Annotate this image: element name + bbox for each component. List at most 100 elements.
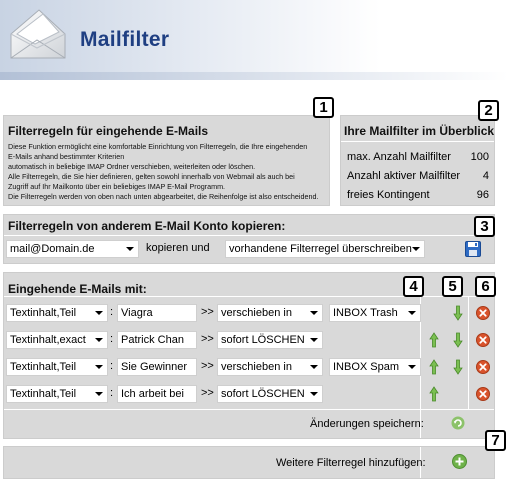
- rule-field-value: Textinhalt,Teil: [10, 307, 77, 319]
- delete-rule-icon[interactable]: [476, 333, 490, 347]
- source-account-select[interactable]: mail@Domain.de: [6, 240, 139, 258]
- rule-action-value: sofort LÖSCHEN: [221, 388, 305, 400]
- chevron-down-icon: [408, 365, 416, 369]
- rule-value-text: Viagra: [121, 307, 153, 319]
- stat-value: 100: [470, 151, 489, 163]
- rule-folder-select[interactable]: INBOX Spam: [329, 358, 421, 376]
- rules-column-divider: [468, 297, 469, 409]
- intro-line: E-Mails anhand bestimmter Kriterien: [8, 152, 125, 161]
- rule-action-select[interactable]: sofort LÖSCHEN: [217, 385, 323, 403]
- rule-field-select[interactable]: Textinhalt,Teil: [6, 358, 108, 376]
- add-label: Weitere Filterregel hinzufügen:: [276, 457, 426, 469]
- rule-field-select[interactable]: Textinhalt,Teil: [6, 385, 108, 403]
- chevron-down-icon: [408, 311, 416, 315]
- rule-folder-value: INBOX Spam: [333, 361, 400, 373]
- rule-value-input[interactable]: Ich arbeit bei: [117, 385, 197, 403]
- save-divider: [4, 409, 494, 410]
- delete-rule-icon[interactable]: [476, 306, 490, 320]
- colon-separator: :: [110, 387, 114, 399]
- chevron-down-icon: [95, 365, 103, 369]
- rule-field-value: Textinhalt,Teil: [10, 361, 77, 373]
- rule-action-value: verschieben in: [221, 361, 292, 373]
- arrow-separator: >>: [201, 387, 214, 399]
- source-account-value: mail@Domain.de: [10, 243, 95, 255]
- header-banner: [0, 0, 508, 80]
- rule-value-input[interactable]: Viagra: [117, 304, 197, 322]
- chevron-down-icon: [95, 311, 103, 315]
- add-rule-icon[interactable]: [452, 454, 468, 470]
- rule-field-value: Textinhalt,Teil: [10, 388, 77, 400]
- rule-value-input[interactable]: Patrick Chan: [117, 331, 197, 349]
- save-label: Änderungen speichern:: [310, 418, 424, 430]
- rule-folder-value: INBOX Trash: [333, 307, 398, 319]
- rule-field-value: Textinhalt,exact: [10, 334, 86, 346]
- rule-field-select[interactable]: Textinhalt,Teil: [6, 304, 108, 322]
- marker-1: 1: [313, 97, 334, 118]
- move-up-icon[interactable]: [429, 359, 439, 375]
- rules-panel: [3, 272, 495, 439]
- intro-line: Die Filterregeln werden von oben nach un…: [8, 192, 319, 201]
- chevron-down-icon: [310, 311, 318, 315]
- move-down-icon[interactable]: [453, 359, 463, 375]
- copy-mode-select[interactable]: vorhandene Filterregel überschreiben: [225, 240, 425, 258]
- floppy-disk-icon[interactable]: [465, 241, 481, 257]
- colon-separator: :: [110, 360, 114, 372]
- header-divider: [0, 72, 508, 80]
- intro-description: Diese Funktion ermöglicht eine komfortab…: [8, 142, 330, 202]
- marker-7: 7: [485, 430, 506, 451]
- copy-middle-label: kopieren und: [146, 242, 210, 254]
- colon-separator: :: [110, 306, 114, 318]
- page-title: Mailfilter: [80, 28, 170, 51]
- arrow-separator: >>: [201, 333, 214, 345]
- copy-divider: [4, 235, 494, 236]
- move-down-icon[interactable]: [453, 305, 463, 321]
- rule-folder-select[interactable]: INBOX Trash: [329, 304, 421, 322]
- copy-mode-value: vorhandene Filterregel überschreiben: [229, 243, 412, 255]
- marker-2: 2: [478, 100, 499, 121]
- rule-field-select[interactable]: Textinhalt,exact: [6, 331, 108, 349]
- intro-line: Zugriff auf Ihr Mailkonto über ein belie…: [8, 182, 226, 191]
- marker-3: 3: [474, 216, 495, 237]
- marker-6: 6: [475, 276, 496, 297]
- overview-divider: [341, 141, 494, 142]
- stat-value: 96: [476, 189, 489, 201]
- chevron-down-icon: [95, 338, 103, 342]
- rule-value-input[interactable]: Sie Gewinner: [117, 358, 197, 376]
- rule-action-select[interactable]: sofort LÖSCHEN: [217, 331, 323, 349]
- move-up-icon[interactable]: [429, 332, 439, 348]
- chevron-down-icon: [310, 392, 318, 396]
- rule-action-value: sofort LÖSCHEN: [221, 334, 305, 346]
- rule-action-select[interactable]: verschieben in: [217, 358, 323, 376]
- envelope-icon: [5, 4, 67, 62]
- arrow-separator: >>: [201, 306, 214, 318]
- copy-heading: Filterregeln von anderem E-Mail Konto ko…: [8, 219, 286, 233]
- arrow-separator: >>: [201, 360, 214, 372]
- stat-label: Anzahl aktiver Mailfilter: [347, 170, 461, 182]
- chevron-down-icon: [310, 338, 318, 342]
- delete-rule-icon[interactable]: [476, 387, 490, 401]
- chevron-down-icon: [310, 365, 318, 369]
- delete-rule-icon[interactable]: [476, 360, 490, 374]
- rule-action-value: verschieben in: [221, 307, 292, 319]
- rule-value-text: Ich arbeit bei: [121, 388, 184, 400]
- colon-separator: :: [110, 333, 114, 345]
- chevron-down-icon: [126, 247, 134, 251]
- intro-heading: Filterregeln für eingehende E-Mails: [8, 124, 209, 138]
- move-down-icon[interactable]: [453, 332, 463, 348]
- marker-5: 5: [442, 276, 463, 297]
- intro-line: automatisch in beliebige IMAP Ordner ver…: [8, 162, 256, 171]
- stat-label: freies Kontingent: [347, 189, 430, 201]
- rule-value-text: Patrick Chan: [121, 334, 184, 346]
- stat-value: 4: [482, 170, 489, 182]
- intro-line: Diese Funktion ermöglicht eine komfortab…: [8, 142, 308, 151]
- move-up-icon[interactable]: [429, 386, 439, 402]
- intro-line: Alle Filterregeln, die Sie hier definier…: [8, 172, 295, 181]
- overview-heading: Ihre Mailfilter im Überblick: [344, 124, 495, 138]
- rules-heading: Eingehende E-Mails mit:: [8, 282, 147, 296]
- chevron-down-icon: [95, 392, 103, 396]
- save-refresh-icon[interactable]: [451, 416, 467, 432]
- chevron-down-icon: [412, 247, 420, 251]
- marker-4: 4: [403, 276, 424, 297]
- rule-action-select[interactable]: verschieben in: [217, 304, 323, 322]
- stat-label: max. Anzahl Mailfilter: [347, 151, 451, 163]
